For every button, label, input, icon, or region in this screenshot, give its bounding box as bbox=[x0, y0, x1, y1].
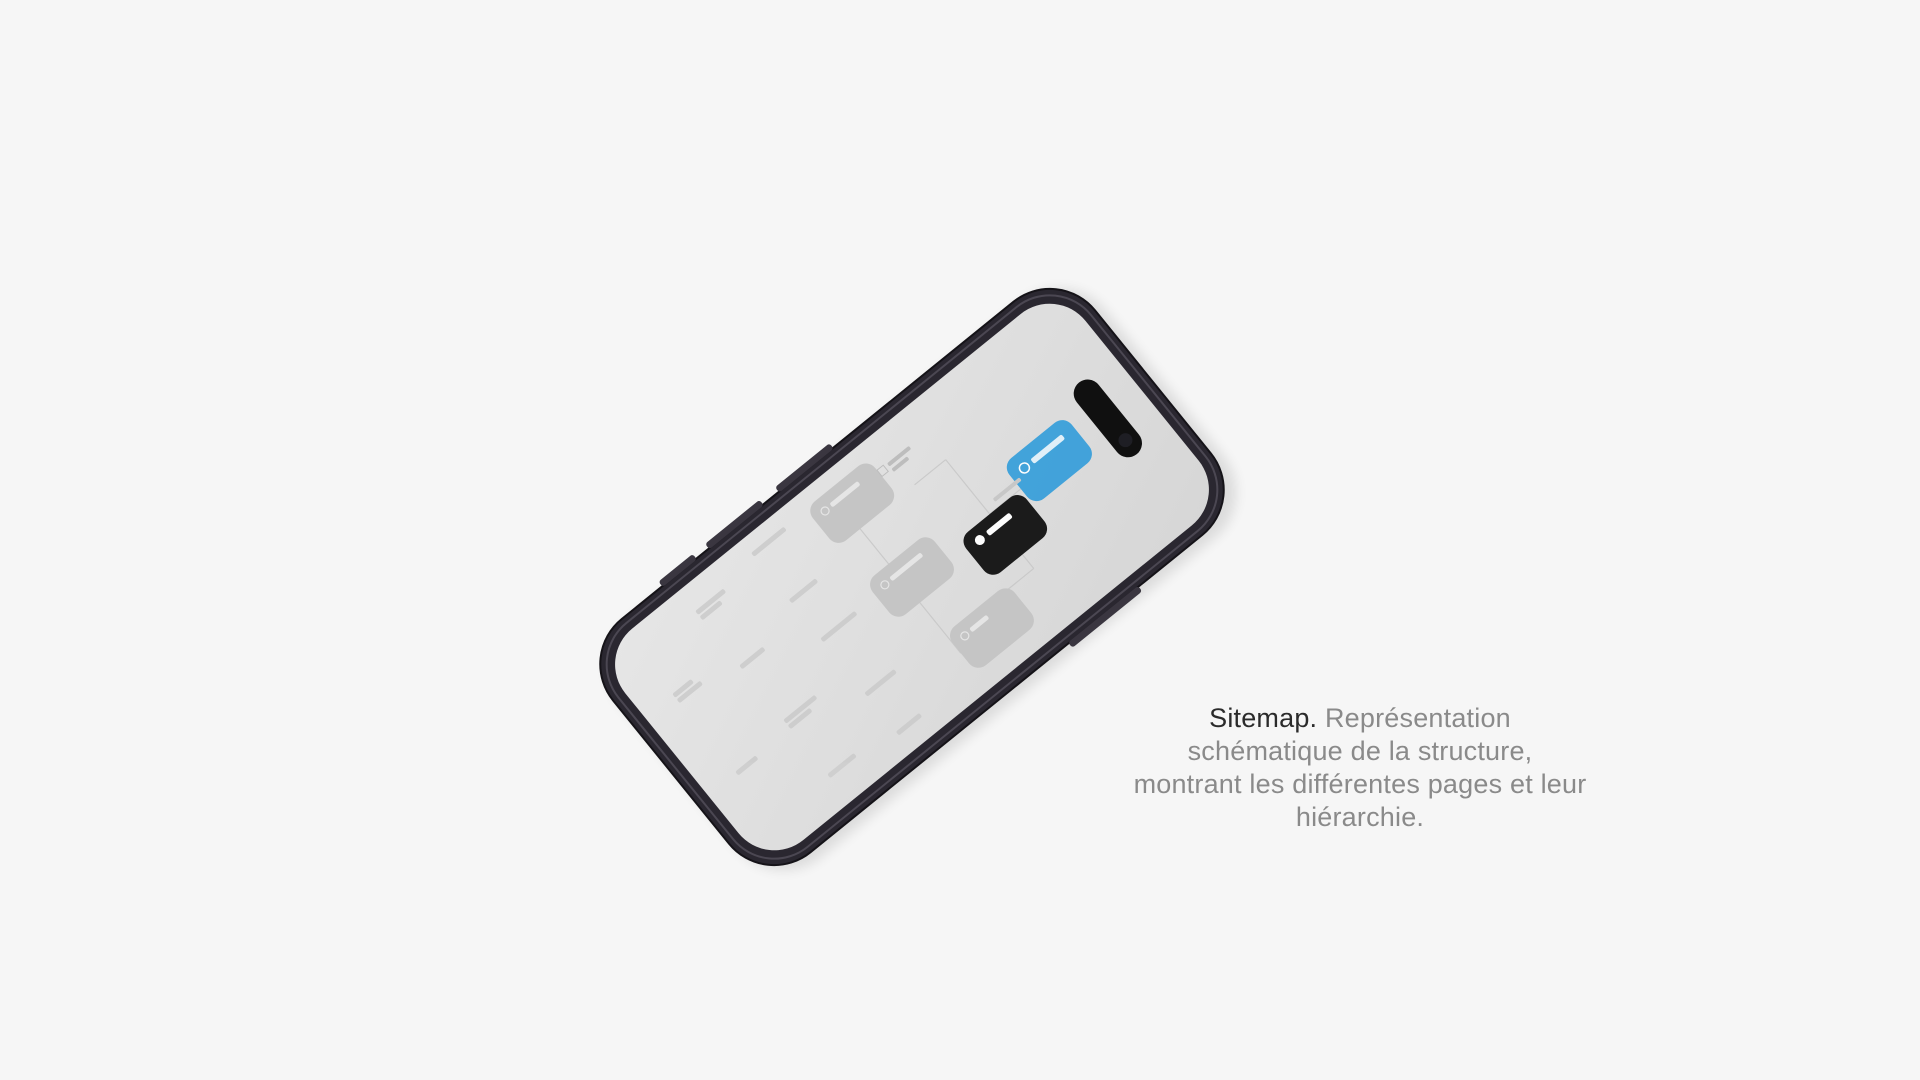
stage: Sitemap. Représentation schématique de l… bbox=[0, 0, 1920, 1080]
caption-lead: Sitemap. bbox=[1209, 703, 1318, 733]
caption: Sitemap. Représentation schématique de l… bbox=[1130, 702, 1590, 834]
phone-mockup bbox=[599, 287, 1237, 871]
caption-body: Représentation schématique de la structu… bbox=[1133, 703, 1587, 832]
